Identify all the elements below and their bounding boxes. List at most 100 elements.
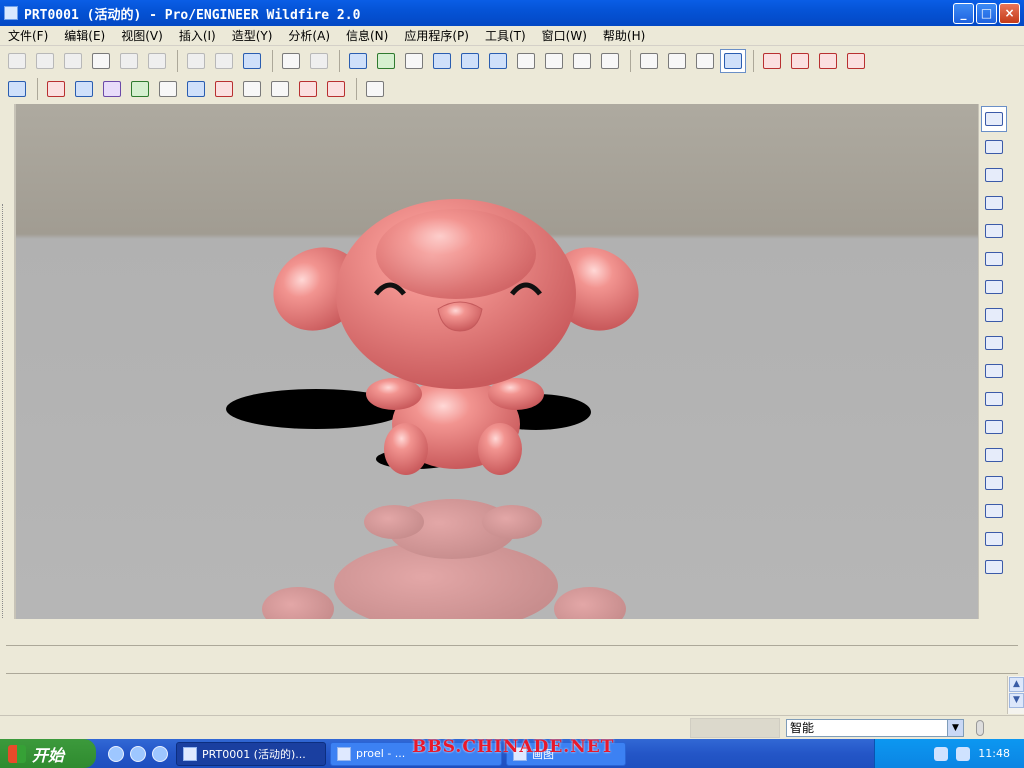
reflection — [482, 505, 542, 539]
whats-this-icon[interactable] — [362, 77, 388, 101]
surface-icon[interactable] — [981, 218, 1007, 244]
graphics-window[interactable] — [16, 104, 978, 619]
chevron-down-icon[interactable]: ▼ — [947, 720, 963, 736]
analysis-feature-icon[interactable] — [981, 526, 1007, 552]
datum-curve-icon[interactable] — [981, 442, 1007, 468]
menu-style[interactable]: 造型(Y) — [224, 26, 281, 46]
menu-tools[interactable]: 工具(T) — [477, 26, 534, 46]
taskbar-item-proe[interactable]: PRT0001 (活动的)... — [176, 741, 326, 766]
select-box-icon[interactable] — [306, 49, 332, 73]
undo-icon[interactable] — [183, 49, 209, 73]
analysis-toolbar — [0, 75, 1024, 103]
menu-info[interactable]: 信息(N) — [338, 26, 396, 46]
plane-icon[interactable] — [981, 386, 1007, 412]
refit-icon[interactable] — [485, 49, 511, 73]
redo-icon[interactable] — [211, 49, 237, 73]
deviation-icon[interactable] — [239, 77, 265, 101]
delete-all-icon[interactable] — [323, 77, 349, 101]
send-mail-icon[interactable] — [116, 49, 142, 73]
sketch-icon[interactable] — [981, 358, 1007, 384]
repaint-icon[interactable] — [345, 49, 371, 73]
zoom-in-icon[interactable] — [429, 49, 455, 73]
axis-icon[interactable] — [981, 414, 1007, 440]
shading-icon[interactable] — [720, 49, 746, 73]
proe-icon — [183, 746, 197, 761]
surface-edit-icon[interactable] — [981, 246, 1007, 272]
datum-points-icon[interactable] — [815, 49, 841, 73]
menu-applications[interactable]: 应用程序(P) — [396, 26, 477, 46]
orient-mode-icon[interactable] — [401, 49, 427, 73]
volume-icon[interactable] — [956, 746, 971, 761]
find-icon[interactable] — [278, 49, 304, 73]
curvature-icon[interactable] — [99, 77, 125, 101]
start-button[interactable]: 开始 — [0, 739, 96, 768]
zoom-out-icon[interactable] — [457, 49, 483, 73]
style-toolbar — [978, 104, 1024, 619]
coordinate-systems-icon[interactable] — [843, 49, 869, 73]
status-light-icon — [976, 720, 984, 736]
title-bar[interactable]: PRT0001 (活动的) - Pro/ENGINEER Wildfire 2.… — [0, 0, 1024, 26]
regenerate-icon[interactable] — [239, 49, 265, 73]
datum-point-icon[interactable] — [981, 470, 1007, 496]
message-scrollbar[interactable]: ▲ ▼ — [1007, 676, 1024, 714]
menu-view[interactable]: 视图(V) — [113, 26, 171, 46]
save-icon[interactable] — [60, 49, 86, 73]
menu-file[interactable]: 文件(F) — [0, 26, 56, 46]
reorient-icon[interactable] — [513, 49, 539, 73]
delete-analysis-icon[interactable] — [295, 77, 321, 101]
spin-center-icon[interactable] — [373, 49, 399, 73]
print-icon[interactable] — [88, 49, 114, 73]
internet-explorer-icon[interactable] — [108, 745, 124, 762]
view-manager-icon[interactable] — [597, 49, 623, 73]
datum-axes-icon[interactable] — [787, 49, 813, 73]
curve-edit-icon[interactable] — [981, 190, 1007, 216]
model-tree-collapsed-handle[interactable] — [0, 104, 16, 624]
close-button[interactable]: × — [999, 3, 1020, 24]
message-area[interactable] — [0, 619, 1024, 715]
layers-icon[interactable] — [569, 49, 595, 73]
model-render — [226, 199, 639, 619]
curve-icon[interactable] — [981, 162, 1007, 188]
surface-connect-icon[interactable] — [981, 274, 1007, 300]
surface-analysis-icon[interactable] — [71, 77, 97, 101]
minimize-button[interactable]: _ — [953, 3, 974, 24]
scroll-down-icon[interactable]: ▼ — [1009, 693, 1024, 708]
selection-filter-select[interactable]: 智能 ▼ — [786, 719, 964, 737]
scroll-up-icon[interactable]: ▲ — [1009, 677, 1024, 692]
draft-icon[interactable] — [183, 77, 209, 101]
grid-icon[interactable] — [4, 77, 30, 101]
new-icon[interactable] — [4, 49, 30, 73]
select-arrow-icon[interactable] — [981, 106, 1007, 132]
menu-window[interactable]: 窗口(W) — [534, 26, 595, 46]
offset-icon[interactable] — [267, 77, 293, 101]
open-icon[interactable] — [32, 49, 58, 73]
datum-planes-icon[interactable] — [759, 49, 785, 73]
clock[interactable]: 11:48 — [978, 747, 1010, 760]
done-check-icon[interactable] — [981, 330, 1007, 356]
selection-filter-value: 智能 — [790, 721, 815, 735]
hidden-line-icon[interactable] — [664, 49, 690, 73]
menu-analysis[interactable]: 分析(A) — [280, 26, 338, 46]
app-shortcut-icon[interactable] — [152, 745, 168, 762]
reflection — [262, 587, 334, 619]
no-hidden-icon[interactable] — [692, 49, 718, 73]
network-icon[interactable] — [934, 746, 949, 761]
wireframe-icon[interactable] — [636, 49, 662, 73]
media-player-icon[interactable] — [130, 745, 146, 762]
saved-views-icon[interactable] — [541, 49, 567, 73]
csys-icon[interactable] — [981, 498, 1007, 524]
curve-analysis-icon[interactable] — [43, 77, 69, 101]
menu-insert[interactable]: 插入(I) — [171, 26, 224, 46]
color-map-icon[interactable] — [127, 77, 153, 101]
style-plane-icon[interactable] — [981, 134, 1007, 160]
main-toolbar — [0, 47, 1024, 75]
menu-help[interactable]: 帮助(H) — [595, 26, 653, 46]
menu-edit[interactable]: 编辑(E) — [56, 26, 113, 46]
shading-analysis-icon[interactable] — [155, 77, 181, 101]
quick-launch — [108, 745, 168, 762]
slope-icon[interactable] — [211, 77, 237, 101]
ref-chain-icon[interactable] — [981, 554, 1007, 580]
trim-icon[interactable] — [981, 302, 1007, 328]
maximize-button[interactable]: □ — [976, 3, 997, 24]
toolbar-separator — [339, 50, 340, 72]
